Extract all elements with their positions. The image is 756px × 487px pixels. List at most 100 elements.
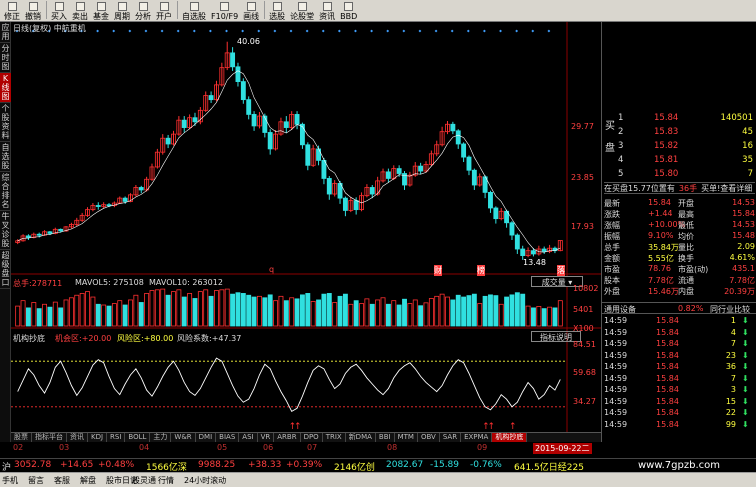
kline-chart-svg[interactable]: ↑↑ ↑↑ ↑ [11, 22, 601, 432]
toolbar-button[interactable]: 周期 [112, 0, 132, 21]
ask-row[interactable]: 4 15.81 35 [602, 154, 756, 168]
indicator-tab[interactable]: SAR [440, 433, 462, 442]
volume-bar [369, 303, 375, 327]
event-marker[interactable]: 榜 [477, 265, 485, 276]
volume-bar [208, 295, 214, 327]
trade-row: 14:59 15.84 23 ⬇ [604, 351, 755, 362]
sidebar-item[interactable]: 综合排名 [0, 172, 11, 211]
indicator-tab[interactable]: ASI [239, 433, 258, 442]
indicator-tab[interactable]: VR [258, 433, 275, 442]
trade-row: 14:59 15.84 1 ⬇ [604, 316, 755, 327]
indicator-tab[interactable]: EXPMA [461, 433, 493, 442]
indicator-tab[interactable]: OBV [418, 433, 440, 442]
toolbar-button[interactable]: BBD [338, 0, 359, 21]
volume-bar [289, 297, 295, 327]
status-item[interactable]: 股灵通 [132, 475, 156, 486]
sidebar-item[interactable]: 应用 [0, 22, 11, 43]
volume-bar [85, 291, 90, 327]
toolbar: 修正 撤销 买入 卖出 基金 周期 分析 开户 自选股 F10/F9 画线 选股 论股堂 资讯 BBD [0, 0, 756, 22]
toolbar-button[interactable]: 修正 [2, 0, 22, 21]
indicator-tab[interactable]: BIAS [216, 433, 240, 442]
volume-bar [214, 290, 219, 327]
indicator-tab[interactable]: KDJ [88, 433, 108, 442]
stat-value: 4.61% [729, 253, 755, 262]
indicator-tab[interactable]: W&R [171, 433, 196, 442]
down-arrow-icon: ⬇ [742, 327, 749, 337]
status-item[interactable]: 24小时滚动 [184, 475, 226, 486]
toolbar-button[interactable]: 开户 [154, 0, 174, 21]
sidebar-item[interactable]: 自选股 [0, 142, 11, 172]
sidebar-item[interactable]: 分时图 [0, 43, 11, 73]
stat-value: 435.1 [732, 264, 755, 273]
ask-row[interactable]: 1 15.84 140501 [602, 112, 756, 126]
status-item[interactable]: 客服 [54, 475, 70, 486]
toolbar-button[interactable]: 基金 [91, 0, 111, 21]
toolbar-button[interactable]: 自选股 [180, 0, 208, 21]
quote-stat-row: 涨跌 +1.44 最高 15.84 [604, 209, 755, 219]
toolbar-button[interactable]: 卖出 [70, 0, 90, 21]
indicator-tab[interactable]: 机构抄底 [492, 433, 528, 442]
indicator-tab[interactable]: RSI [107, 433, 126, 442]
status-item[interactable]: 行情 [158, 475, 174, 486]
ask-price: 15.84 [654, 113, 679, 123]
event-marker[interactable]: 落 [557, 265, 565, 276]
indicator-tab[interactable]: 新DMA [346, 433, 376, 442]
industry-compare-button[interactable]: 同行业比较 [710, 304, 750, 315]
indicator-tab[interactable]: TRIX [323, 433, 346, 442]
indicator-tab[interactable]: BBI [376, 433, 395, 442]
volume-bar [68, 297, 74, 327]
sidebar-item[interactable]: 超级盘口 [0, 250, 11, 289]
volume-bar [42, 303, 47, 327]
ask-row[interactable]: 3 15.82 16 [602, 140, 756, 154]
indicator-tab[interactable]: BOLL [125, 433, 151, 442]
signal-marker [192, 29, 196, 33]
kline-chart-area[interactable]: ↑ ↑ ↑ ↑ ↑ 日线(复权) 中航重机 29.77 23.85 17.93 40.0… [11, 22, 601, 432]
event-marker[interactable]: 财 [434, 265, 442, 276]
toolbar-button[interactable]: 论股堂 [288, 0, 316, 21]
sidebar-item[interactable]: 牛叉诊股 [0, 211, 11, 250]
toolbar-button[interactable]: 选股 [267, 0, 287, 21]
indicator-tab[interactable]: 资讯 [67, 433, 88, 442]
sidebar-item[interactable]: K线图 [0, 73, 11, 103]
industry-name[interactable]: 通用设备 [604, 304, 636, 315]
index-ticker-bar: 沪 3052.78 +14.65 +0.48% 1566亿深 9988.25 +… [0, 458, 756, 473]
toolbar-button[interactable]: 撤销 [23, 0, 43, 21]
toolbar-button[interactable]: 分析 [133, 0, 153, 21]
sidebar-item[interactable]: 个股资料 [0, 103, 11, 142]
toolbar-button[interactable]: 资讯 [317, 0, 337, 21]
volume-bar [160, 288, 166, 327]
event-marker[interactable]: q [269, 265, 274, 274]
indicator-tab[interactable]: DPO [301, 433, 323, 442]
toolbar-icon [7, 2, 17, 11]
indicator-tab[interactable]: 股票 [11, 433, 32, 442]
signal-marker [402, 29, 406, 33]
candle-body [493, 207, 499, 220]
candle-body [509, 222, 515, 236]
indicator-tab[interactable]: MTM [395, 433, 418, 442]
month-label: 08 [387, 443, 398, 452]
indicator-tab[interactable]: ARBR [274, 433, 301, 442]
toolbar-button-label: F10/F9 [211, 12, 239, 21]
toolbar-button[interactable]: F10/F9 [209, 0, 240, 21]
indicator-tab[interactable]: DMI [196, 433, 217, 442]
stat-label: 市盈(动) [678, 265, 709, 274]
stat-value: 7.78亿 [729, 276, 755, 285]
candle-body [466, 156, 472, 171]
volume-bar [428, 298, 434, 327]
indicator-tab[interactable]: 指标平台 [32, 433, 67, 442]
ask-row[interactable]: 5 15.80 7 [602, 168, 756, 182]
buy-order-detail-link[interactable]: 买单!查看详细 [701, 184, 752, 193]
indicator-tab[interactable]: 主力 [150, 433, 172, 442]
status-item[interactable]: 手机 [2, 475, 18, 486]
toolbar-button[interactable]: 买入 [49, 0, 69, 21]
volume-bar [251, 296, 257, 327]
ask-row[interactable]: 2 15.83 45 [602, 126, 756, 140]
signal-marker [144, 29, 148, 33]
volume-bar [111, 303, 117, 327]
volume-bar [305, 293, 311, 327]
toolbar-button[interactable]: 画线 [241, 0, 261, 21]
status-item[interactable]: 留言 [28, 475, 44, 486]
status-item[interactable]: 解盘 [80, 475, 96, 486]
buy-order-note[interactable]: 在买盘15.77位置有 36手 买单!查看详细 [604, 182, 755, 194]
signal-marker [466, 29, 470, 33]
